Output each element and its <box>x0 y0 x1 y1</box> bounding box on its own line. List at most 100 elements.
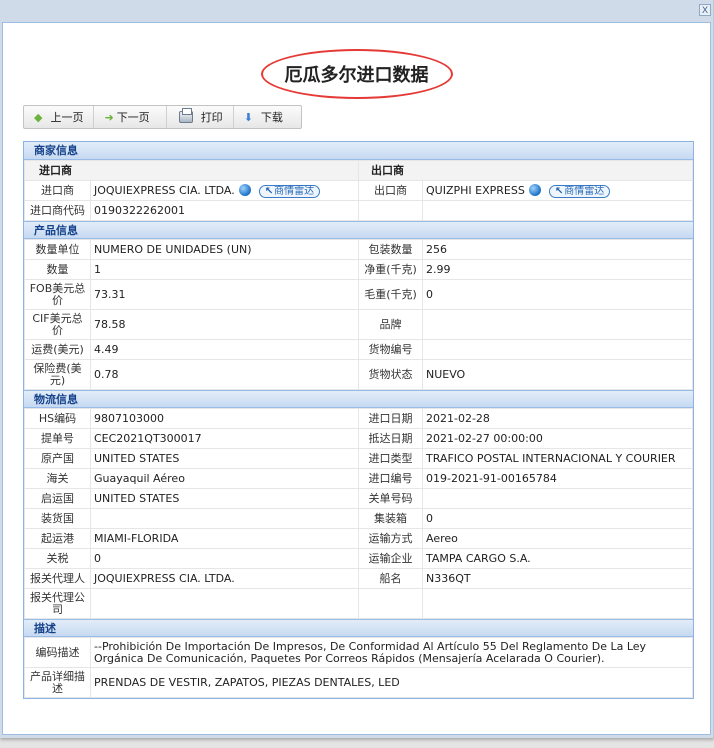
field-label: 运输方式 <box>358 528 423 549</box>
table-row: 产品详细描述 PRENDAS DE VESTIR, ZAPATOS, PIEZA… <box>24 667 693 698</box>
field-label: 品牌 <box>358 309 423 340</box>
next-page-label: 下一页 <box>116 111 150 124</box>
prev-page-button[interactable]: ◆ 上一页 <box>24 106 95 128</box>
radar-icon: ↖ <box>264 185 274 197</box>
merchant-subheader-row: 进口商 出口商 <box>24 160 693 181</box>
section-header-merchant: 商家信息 <box>24 142 693 160</box>
field-value: NUEVO <box>422 359 693 390</box>
product-desc-label: 产品详细描述 <box>24 667 91 698</box>
table-row: 数量单位 NUMERO DE UNIDADES (UN) 包装数量 256 <box>24 239 693 260</box>
prev-page-label: 上一页 <box>50 111 84 124</box>
table-row: 关税 0 运输企业 TAMPA CARGO S.A. <box>24 548 693 569</box>
field-value: 9807103000 <box>90 408 359 429</box>
exporter-label: 出口商 <box>358 180 423 201</box>
field-label <box>358 588 423 619</box>
section-header-logistics: 物流信息 <box>24 390 693 408</box>
product-desc-value: PRENDAS DE VESTIR, ZAPATOS, PIEZAS DENTA… <box>90 667 693 698</box>
download-button[interactable]: ⬇ 下载 <box>234 106 301 128</box>
field-value: Aereo <box>422 528 693 549</box>
print-label: 打印 <box>200 111 223 124</box>
field-value <box>90 588 359 619</box>
radar-icon: ↖ <box>554 185 564 197</box>
radar-badge-importer[interactable]: ↖商情雷达 <box>258 184 321 198</box>
field-value <box>422 588 693 619</box>
table-row: HS编码 9807103000 进口日期 2021-02-28 <box>24 408 693 429</box>
globe-icon[interactable] <box>528 183 541 196</box>
field-value: UNITED STATES <box>90 448 359 469</box>
field-value: 1 <box>90 259 359 280</box>
download-label: 下载 <box>260 111 283 124</box>
table-row: 启运国 UNITED STATES 关单号码 <box>24 488 693 509</box>
table-row: 进口商代码 0190322262001 <box>24 200 693 221</box>
field-value <box>422 488 693 509</box>
importer-header: 进口商 <box>24 160 359 181</box>
importer-code-label: 进口商代码 <box>24 200 91 221</box>
field-value <box>422 339 693 360</box>
arrow-left-icon: ◆ <box>34 110 43 124</box>
table-row: 运费(美元) 4.49 货物编号 <box>24 339 693 360</box>
field-value: UNITED STATES <box>90 488 359 509</box>
field-label: 启运国 <box>24 488 91 509</box>
radar-label: 商情雷达 <box>564 185 605 197</box>
field-value: N336QT <box>422 568 693 589</box>
field-label: CIF美元总价 <box>24 309 91 340</box>
field-label: 运费(美元) <box>24 339 91 360</box>
radar-label: 商情雷达 <box>274 185 315 197</box>
field-label: 保险费(美元) <box>24 359 91 390</box>
logistics-rows: HS编码 9807103000 进口日期 2021-02-28 提单号 CEC2021QT… <box>24 408 693 619</box>
field-label: 起运港 <box>24 528 91 549</box>
field-label: 进口编号 <box>358 468 423 489</box>
table-row: 数量 1 净重(千克) 2.99 <box>24 259 693 280</box>
field-value: JOQUIEXPRESS CIA. LTDA. <box>90 568 359 589</box>
field-value: 019-2021-91-00165784 <box>422 468 693 489</box>
empty-label <box>358 200 423 221</box>
dialog-body: 厄瓜多尔进口数据 ◆ 上一页 ➜ 下一页 打印 ⬇ 下载 商家信息 进口商 出口… <box>2 22 711 735</box>
importer-cell: JOQUIEXPRESS CIA. LTDA. ↖商情雷达 <box>90 180 359 201</box>
table-row: 起运港 MIAMI-FLORIDA 运输方式 Aereo <box>24 528 693 549</box>
field-label: 净重(千克) <box>358 259 423 280</box>
field-label: 进口日期 <box>358 408 423 429</box>
radar-badge-exporter[interactable]: ↖商情雷达 <box>548 184 611 198</box>
section-header-description: 描述 <box>24 619 693 637</box>
arrow-right-icon: ➜ <box>104 110 114 124</box>
field-value <box>422 309 693 340</box>
field-label: 进口类型 <box>358 448 423 469</box>
table-row: 报关代理公司 <box>24 588 693 619</box>
title-wrap: 厄瓜多尔进口数据 <box>3 49 710 99</box>
field-label: 关税 <box>24 548 91 569</box>
exporter-value: QUIZPHI EXPRESS <box>426 183 525 197</box>
toolbar: ◆ 上一页 ➜ 下一页 打印 ⬇ 下载 <box>23 105 302 129</box>
table-row: CIF美元总价 78.58 品牌 <box>24 309 693 340</box>
table-row: FOB美元总价 73.31 毛重(千克) 0 <box>24 279 693 310</box>
importer-value: JOQUIEXPRESS CIA. LTDA. <box>94 183 235 197</box>
arrow-down-icon: ⬇ <box>243 110 253 124</box>
print-button[interactable]: 打印 <box>167 106 234 128</box>
code-desc-value: --Prohibición De Importación De Impresos… <box>90 637 693 668</box>
printer-icon <box>178 108 193 123</box>
table-row: 保险费(美元) 0.78 货物状态 NUEVO <box>24 359 693 390</box>
field-value: MIAMI-FLORIDA <box>90 528 359 549</box>
product-table: 数量单位 NUMERO DE UNIDADES (UN) 包装数量 256 数量 1 净重(… <box>24 239 693 390</box>
close-button[interactable]: X <box>699 4 711 16</box>
next-page-button[interactable]: ➜ 下一页 <box>94 106 167 128</box>
logistics-table: HS编码 9807103000 进口日期 2021-02-28 提单号 CEC2021QT… <box>24 408 693 619</box>
table-row: 报关代理人 JOQUIEXPRESS CIA. LTDA. 船名 N336QT <box>24 568 693 589</box>
description-table: 编码描述 --Prohibición De Importación De Imp… <box>24 637 693 698</box>
field-value: 2.99 <box>422 259 693 280</box>
field-value: TRAFICO POSTAL INTERNACIONAL Y COURIER <box>422 448 693 469</box>
field-label: 关单号码 <box>358 488 423 509</box>
field-value: 78.58 <box>90 309 359 340</box>
product-rows: 数量单位 NUMERO DE UNIDADES (UN) 包装数量 256 数量 1 净重(… <box>24 239 693 390</box>
section-header-product: 产品信息 <box>24 221 693 239</box>
page-title: 厄瓜多尔进口数据 <box>260 49 453 99</box>
globe-icon[interactable] <box>238 183 251 196</box>
field-value: NUMERO DE UNIDADES (UN) <box>90 239 359 260</box>
table-row: 海关 Guayaquil Aéreo 进口编号 019-2021-91-0016578… <box>24 468 693 489</box>
table-row: 原产国 UNITED STATES 进口类型 TRAFICO POSTAL INTER… <box>24 448 693 469</box>
field-value: 2021-02-27 00:00:00 <box>422 428 693 449</box>
empty-value <box>422 200 693 221</box>
importer-label: 进口商 <box>24 180 91 201</box>
field-value: 0 <box>90 548 359 569</box>
field-label: 货物编号 <box>358 339 423 360</box>
field-label: 报关代理公司 <box>24 588 91 619</box>
